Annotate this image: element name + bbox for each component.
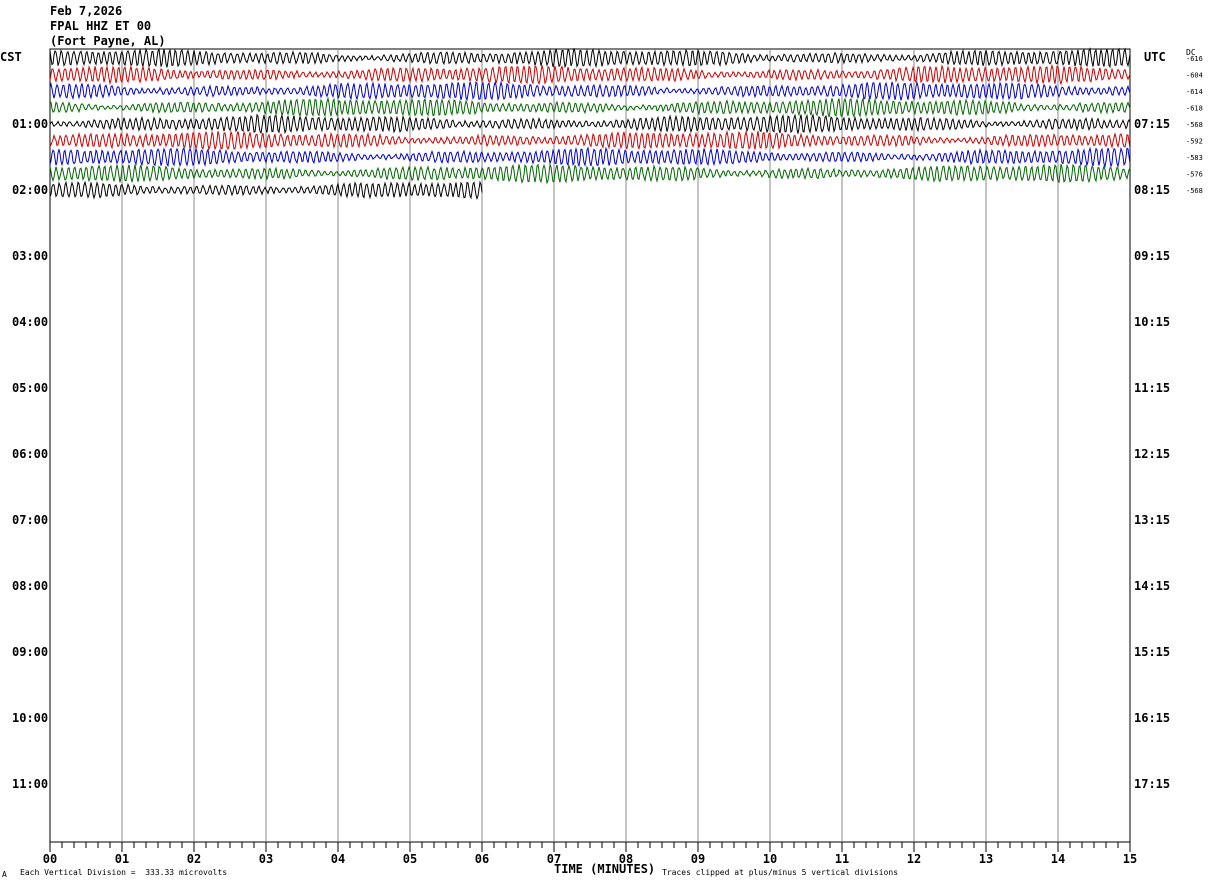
x-tick-label: 05 bbox=[403, 852, 417, 866]
left-time-label: 09:00 bbox=[12, 645, 48, 659]
right-time-label: 16:15 bbox=[1134, 711, 1170, 725]
x-tick-label: 01 bbox=[115, 852, 129, 866]
x-tick-label: 10 bbox=[763, 852, 777, 866]
right-time-label: 13:15 bbox=[1134, 513, 1170, 527]
x-tick-label: 15 bbox=[1123, 852, 1137, 866]
left-time-label: 05:00 bbox=[12, 381, 48, 395]
dc-offset-label: -576 bbox=[1186, 171, 1203, 179]
right-time-label: 15:15 bbox=[1134, 645, 1170, 659]
left-time-label: 01:00 bbox=[12, 117, 48, 131]
left-time-label: 10:00 bbox=[12, 711, 48, 725]
dc-offset-label: -583 bbox=[1186, 154, 1203, 162]
left-time-label: 04:00 bbox=[12, 315, 48, 329]
right-time-label: 09:15 bbox=[1134, 249, 1170, 263]
x-tick-label: 06 bbox=[475, 852, 489, 866]
dc-offset-label: -592 bbox=[1186, 138, 1203, 146]
clip-note: Traces clipped at plus/minus 5 vertical … bbox=[662, 868, 899, 877]
vertical-division-note: Each Vertical Division = 333.33 microvol… bbox=[20, 868, 228, 877]
x-axis-label: TIME (MINUTES) bbox=[554, 862, 656, 876]
right-time-label: 14:15 bbox=[1134, 579, 1170, 593]
x-tick-label: 09 bbox=[691, 852, 705, 866]
dc-offset-label: -614 bbox=[1186, 88, 1203, 96]
right-time-label: 12:15 bbox=[1134, 447, 1170, 461]
helicorder-chart: 00 01 02 03 04 05 06 07 08 09 10 11 12 13 14 1501:0002:… bbox=[12, 47, 1203, 866]
left-time-label: 06:00 bbox=[12, 447, 48, 461]
x-tick-label: 00 bbox=[43, 852, 57, 866]
right-time-label: 07:15 bbox=[1134, 117, 1170, 131]
trace-line bbox=[49, 129, 1131, 151]
right-time-label: 11:15 bbox=[1134, 381, 1170, 395]
trace-line bbox=[49, 162, 1131, 185]
x-tick-label: 13 bbox=[979, 852, 993, 866]
trace-line bbox=[49, 113, 1131, 135]
left-time-label: 08:00 bbox=[12, 579, 48, 593]
x-tick-label: 03 bbox=[259, 852, 273, 866]
right-time-label: 10:15 bbox=[1134, 315, 1170, 329]
x-tick-label: 14 bbox=[1051, 852, 1065, 866]
trace-line bbox=[49, 146, 1131, 169]
right-time-label: 08:15 bbox=[1134, 183, 1170, 197]
left-time-label: 03:00 bbox=[12, 249, 48, 263]
trace-line bbox=[49, 80, 1131, 102]
corner-mark: A bbox=[2, 870, 7, 879]
dc-offset-label: -618 bbox=[1186, 105, 1203, 113]
x-tick-label: 11 bbox=[835, 852, 849, 866]
left-time-label: 02:00 bbox=[12, 183, 48, 197]
dc-offset-label: -568 bbox=[1186, 187, 1203, 195]
x-tick-label: 12 bbox=[907, 852, 921, 866]
right-time-label: 17:15 bbox=[1134, 777, 1170, 791]
dc-offset-label: -616 bbox=[1186, 55, 1203, 63]
dc-offset-label: -568 bbox=[1186, 121, 1203, 129]
trace-line bbox=[49, 63, 1131, 86]
dc-offset-label: -604 bbox=[1186, 72, 1203, 80]
x-tick-label: 02 bbox=[187, 852, 201, 866]
left-time-label: 07:00 bbox=[12, 513, 48, 527]
x-tick-label: 04 bbox=[331, 852, 345, 866]
left-time-label: 11:00 bbox=[12, 777, 48, 791]
trace-line bbox=[49, 47, 1131, 69]
trace-line bbox=[49, 96, 1131, 119]
